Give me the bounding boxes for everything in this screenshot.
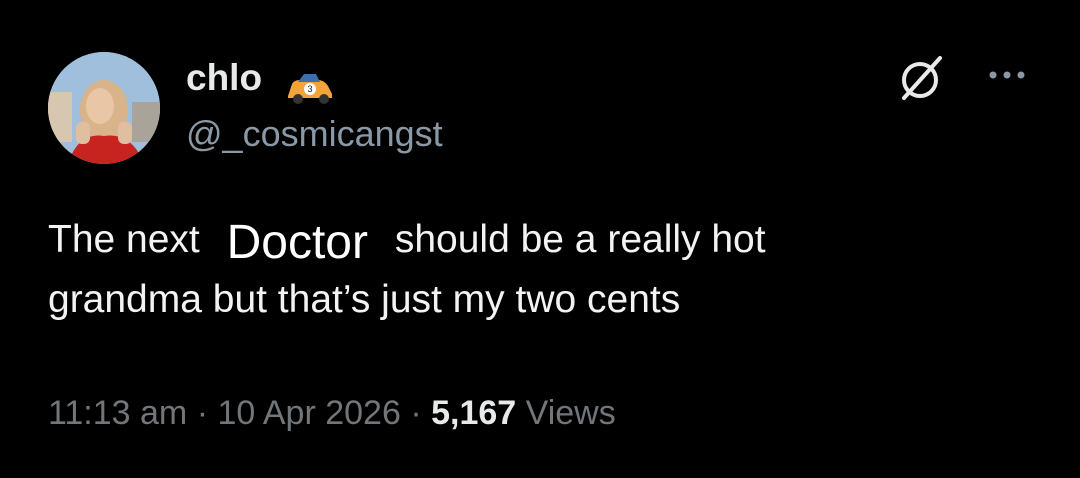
tweet-time[interactable]: 11:13 am bbox=[48, 394, 187, 432]
svg-text:3: 3 bbox=[307, 84, 312, 94]
tweet-text-before: The next bbox=[48, 218, 200, 261]
tweet-date[interactable]: 10 Apr 2026 bbox=[217, 394, 400, 432]
tweet-metadata: 11:13 am · 10 Apr 2026 · 5,167 Views bbox=[48, 390, 616, 436]
separator: · bbox=[196, 394, 209, 432]
views-label: Views bbox=[525, 394, 616, 432]
tweet-text-line-2: grandma but that’s just my two cents bbox=[48, 278, 681, 321]
tweet-text: The next Doctor should be a really hot g… bbox=[48, 210, 1048, 330]
user-handle[interactable]: @_cosmicangst bbox=[186, 112, 443, 156]
avatar[interactable] bbox=[48, 52, 160, 164]
highlighted-word: Doctor bbox=[210, 215, 384, 271]
separator: · bbox=[410, 394, 422, 432]
tweet-text-after: should be a really hot bbox=[394, 218, 766, 261]
tweet-text-line-1: The next Doctor should be a really hot bbox=[48, 210, 1048, 271]
race-car-icon: 3 bbox=[284, 70, 336, 106]
display-name[interactable]: chlo bbox=[186, 56, 262, 100]
grok-icon[interactable] bbox=[896, 52, 948, 104]
views-count: 5,167 bbox=[431, 394, 517, 432]
more-options-icon[interactable] bbox=[982, 60, 1032, 90]
